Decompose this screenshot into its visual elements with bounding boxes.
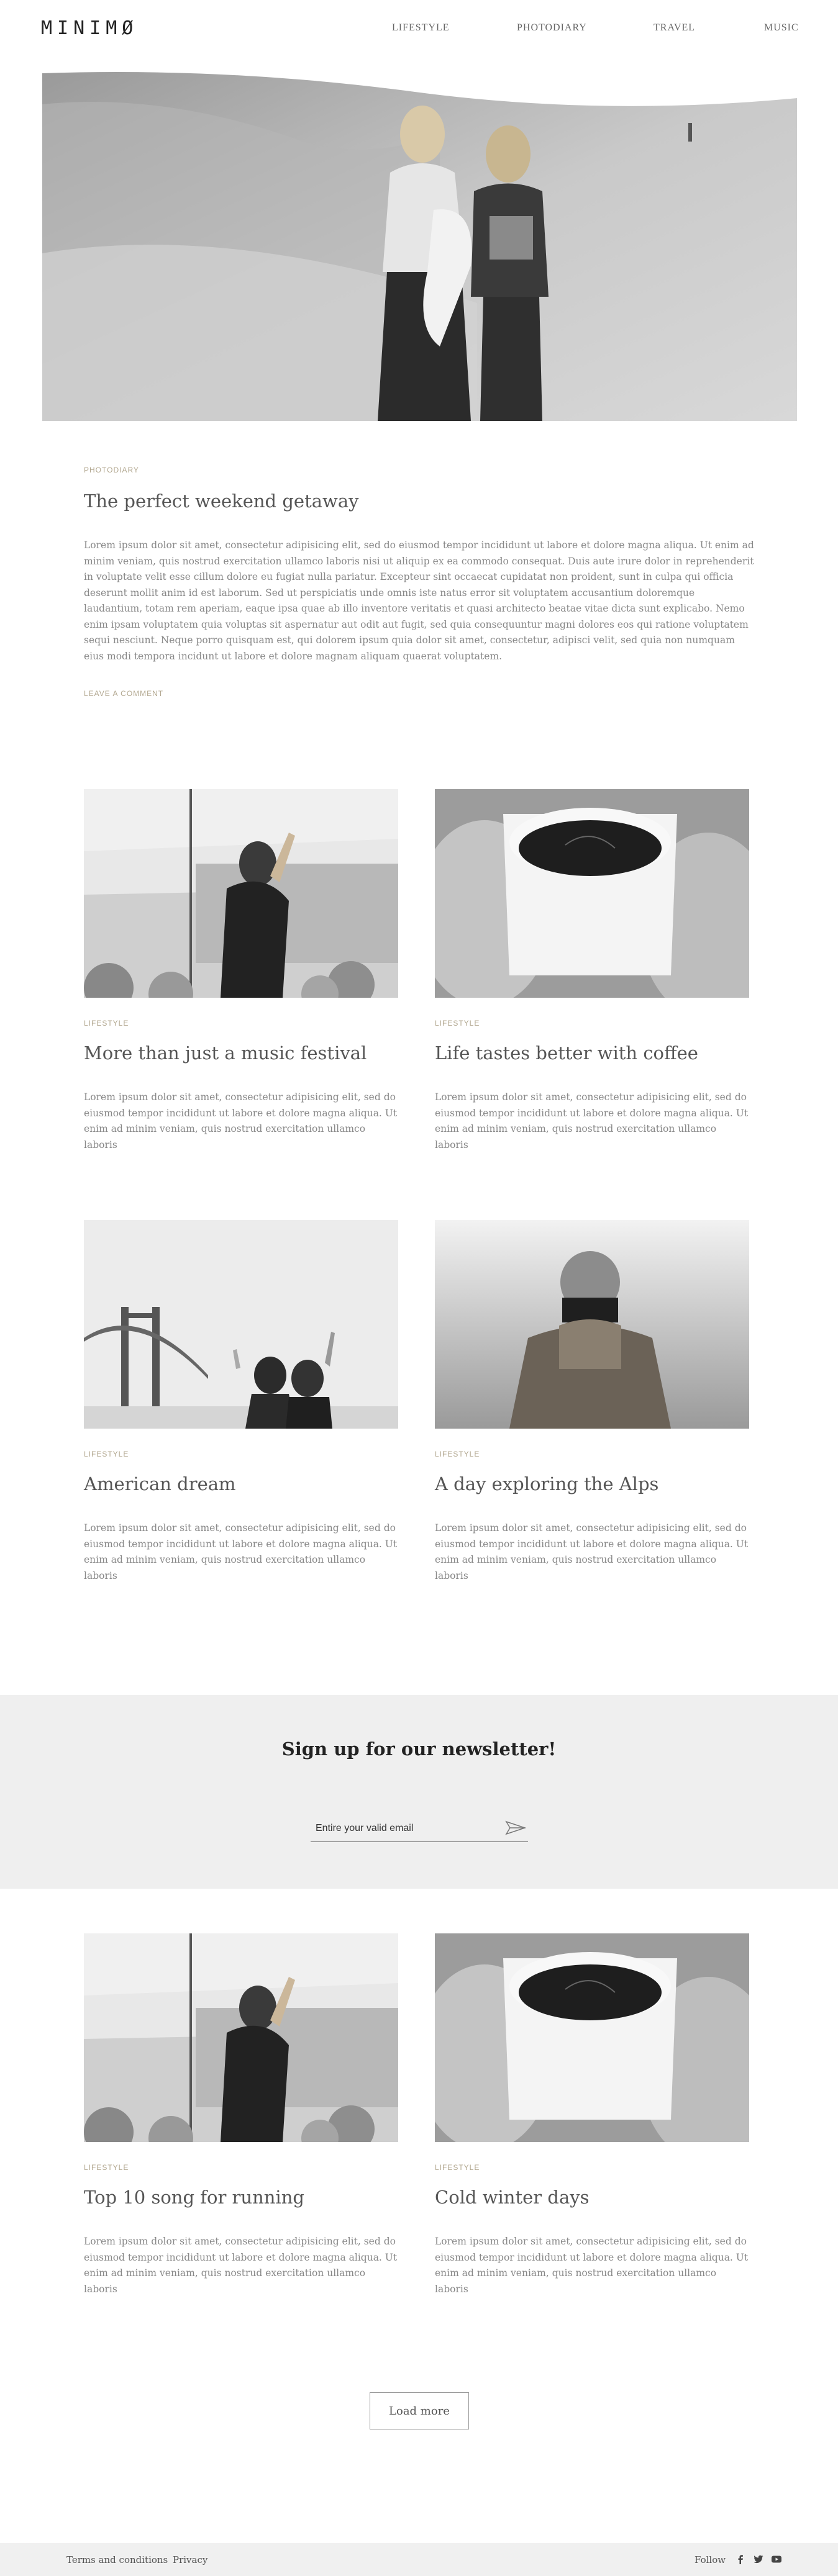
post-title[interactable]: More than just a music festival — [84, 1042, 367, 1064]
featured-body: Lorem ipsum dolor sit amet, consectetur … — [84, 540, 754, 662]
site-footer: Terms and conditions Privacy Follow — [0, 2543, 838, 2576]
youtube-icon[interactable] — [771, 2554, 782, 2565]
site-logo[interactable]: MINIMØ — [41, 17, 138, 39]
site-header: MINIMØ LIFESTYLE PHOTODIARY TRAVEL MUSIC — [0, 0, 838, 59]
post-image-coffee[interactable] — [435, 789, 749, 998]
post-card: LIFESTYLE More than just a music festiva… — [84, 789, 398, 1162]
post-image-running[interactable] — [84, 1933, 398, 2142]
post-excerpt: Lorem ipsum dolor sit amet, consectetur … — [84, 1091, 398, 1150]
newsletter-section: Sign up for our newsletter! — [0, 1695, 838, 1889]
post-category[interactable]: LIFESTYLE — [84, 1019, 129, 1028]
newsletter-form — [311, 1816, 528, 1842]
load-more-button[interactable]: Load more — [370, 2392, 469, 2429]
newsletter-submit-button[interactable] — [504, 1820, 527, 1837]
featured-title[interactable]: The perfect weekend getaway — [84, 490, 359, 512]
nav-travel[interactable]: TRAVEL — [654, 22, 695, 34]
post-excerpt: Lorem ipsum dolor sit amet, consectetur … — [84, 2236, 398, 2295]
hero-image — [42, 67, 797, 421]
post-category[interactable]: LIFESTYLE — [435, 1019, 480, 1028]
post-title[interactable]: Life tastes better with coffee — [435, 1042, 698, 1064]
post-excerpt: Lorem ipsum dolor sit amet, consectetur … — [435, 1091, 749, 1150]
newsletter-title: Sign up for our newsletter! — [281, 1738, 557, 1760]
post-title[interactable]: Cold winter days — [435, 2187, 590, 2208]
nav-lifestyle[interactable]: LIFESTYLE — [392, 22, 450, 34]
nav-music[interactable]: MUSIC — [764, 22, 799, 34]
leave-comment-link[interactable]: LEAVE A COMMENT — [84, 689, 163, 698]
post-card: LIFESTYLE Cold winter days Lorem ipsum d… — [435, 1933, 749, 2306]
post-image-winter[interactable] — [435, 1933, 749, 2142]
post-title[interactable]: Top 10 song for running — [84, 2187, 304, 2208]
post-category[interactable]: LIFESTYLE — [84, 2163, 129, 2172]
privacy-link[interactable]: Privacy — [173, 2554, 207, 2565]
post-category[interactable]: LIFESTYLE — [84, 1450, 129, 1458]
post-image-festival[interactable] — [84, 789, 398, 998]
terms-link[interactable]: Terms and conditions — [66, 2554, 168, 2565]
facebook-icon[interactable] — [735, 2554, 746, 2565]
paper-plane-icon — [505, 1820, 527, 1835]
post-image-american-dream[interactable] — [84, 1220, 398, 1429]
post-card: LIFESTYLE Life tastes better with coffee… — [435, 789, 749, 1162]
post-card: LIFESTYLE Top 10 song for running Lorem … — [84, 1933, 398, 2306]
post-card: LIFESTYLE A day exploring the Alps Lorem… — [435, 1220, 749, 1593]
post-excerpt: Lorem ipsum dolor sit amet, consectetur … — [435, 2236, 749, 2295]
nav-photodiary[interactable]: PHOTODIARY — [517, 22, 587, 34]
post-title[interactable]: American dream — [84, 1473, 236, 1494]
newsletter-email-input[interactable] — [316, 1819, 496, 1838]
twitter-icon[interactable] — [753, 2554, 764, 2565]
follow-label: Follow — [695, 2554, 726, 2565]
post-image-alps[interactable] — [435, 1220, 749, 1429]
post-category[interactable]: LIFESTYLE — [435, 1450, 480, 1458]
post-category[interactable]: LIFESTYLE — [435, 2163, 480, 2172]
post-excerpt: Lorem ipsum dolor sit amet, consectetur … — [435, 1522, 749, 1581]
post-title[interactable]: A day exploring the Alps — [435, 1473, 658, 1494]
featured-category[interactable]: PHOTODIARY — [84, 466, 139, 474]
post-card: LIFESTYLE American dream Lorem ipsum dol… — [84, 1220, 398, 1593]
post-excerpt: Lorem ipsum dolor sit amet, consectetur … — [84, 1522, 398, 1581]
